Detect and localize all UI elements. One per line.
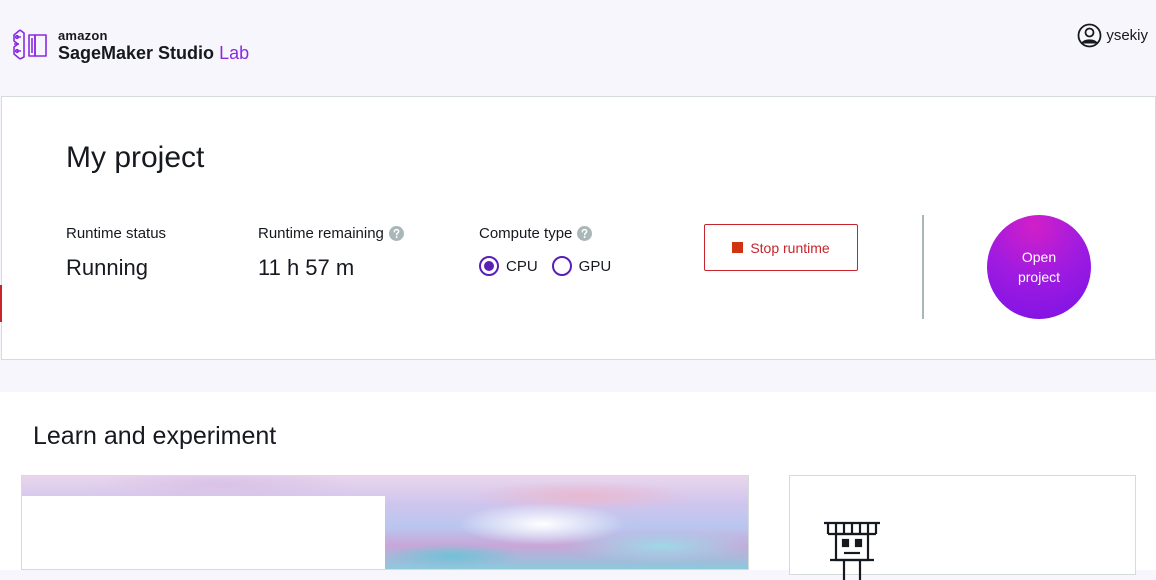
runtime-remaining-label: Runtime remaining — [258, 225, 404, 242]
user-avatar-icon — [1077, 23, 1102, 48]
product-name-main: SageMaker Studio — [58, 42, 215, 63]
radio-unselected-icon — [551, 256, 572, 276]
open-project-label: Open project — [1017, 249, 1061, 285]
compute-type-cpu-radio[interactable]: CPU — [479, 256, 538, 276]
runtime-status-label: Runtime status — [66, 225, 166, 242]
user-menu[interactable]: ysekiy — [1077, 23, 1148, 48]
stop-runtime-label: Stop runtime — [750, 239, 830, 256]
brand-name: amazon — [58, 27, 108, 43]
runtime-status-value: Running — [66, 255, 148, 280]
compute-type-gpu-label: GPU — [578, 257, 612, 275]
learn-section: Learn and experiment — [0, 392, 1156, 580]
product-name-suffix: Lab — [219, 42, 250, 63]
compute-type-label-text: Compute type — [479, 225, 573, 242]
compute-type-cpu-label: CPU — [506, 257, 538, 275]
runtime-status-label-text: Runtime status — [66, 225, 167, 242]
compute-type-radio-group: CPU GPU — [479, 256, 625, 276]
user-name: ysekiy — [1106, 27, 1148, 44]
robot-icon — [824, 521, 880, 580]
edge-accent — [0, 285, 2, 322]
logo-text: amazon SageMaker Studio Lab — [58, 29, 249, 62]
top-header: amazon SageMaker Studio Lab ysekiy — [0, 0, 1156, 96]
runtime-status: Runtime status Running — [66, 225, 166, 281]
help-circle-icon[interactable] — [388, 226, 404, 241]
learn-title: Learn and experiment — [33, 422, 277, 450]
help-circle-icon[interactable] — [577, 226, 593, 241]
product-name: SageMaker Studio Lab — [58, 44, 249, 62]
hero-banner-image — [21, 475, 749, 570]
runtime-remaining-label-text: Runtime remaining — [258, 225, 384, 242]
runtime-remaining: Runtime remaining 11 h 57 m — [258, 225, 404, 281]
compute-type: Compute type CPU GPU — [479, 225, 625, 276]
compute-type-label: Compute type — [479, 225, 625, 242]
vertical-divider — [922, 215, 924, 319]
studio-lab-logo[interactable]: amazon SageMaker Studio Lab — [10, 26, 249, 64]
studio-lab-logo-icon — [13, 29, 47, 60]
runtime-remaining-value: 11 h 57 m — [258, 255, 355, 280]
stop-runtime-button[interactable]: Stop runtime — [704, 224, 858, 271]
project-card: My project Runtime status Running Runtim… — [1, 96, 1156, 360]
hero-banner-panel — [22, 496, 385, 569]
project-title: My project — [66, 141, 205, 174]
open-project-button[interactable]: Open project — [987, 215, 1091, 319]
stop-square-icon — [732, 242, 744, 253]
learn-side-card[interactable] — [789, 475, 1136, 580]
compute-type-gpu-radio[interactable]: GPU — [551, 256, 612, 276]
radio-selected-icon — [479, 256, 499, 276]
